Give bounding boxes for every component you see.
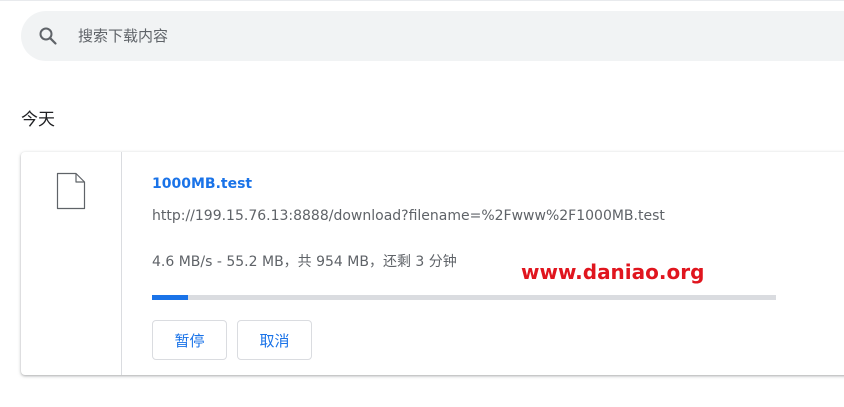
file-name-link[interactable]: 1000MB.test bbox=[152, 175, 252, 193]
progress-bar-fill bbox=[152, 295, 189, 300]
file-icon-column bbox=[21, 152, 122, 375]
pause-button[interactable]: 暂停 bbox=[152, 320, 227, 360]
search-input[interactable] bbox=[78, 11, 798, 61]
cancel-button[interactable]: 取消 bbox=[237, 320, 312, 360]
file-icon bbox=[56, 172, 86, 210]
watermark-text: www.daniao.org bbox=[521, 260, 705, 284]
progress-bar bbox=[152, 295, 776, 300]
top-divider bbox=[0, 0, 844, 1]
section-heading-today: 今天 bbox=[21, 110, 55, 130]
download-card: 1000MB.test http://199.15.76.13:8888/dow… bbox=[21, 152, 844, 375]
download-progress-status: 4.6 MB/s - 55.2 MB，共 954 MB，还剩 3 分钟 bbox=[152, 254, 457, 270]
source-url[interactable]: http://199.15.76.13:8888/download?filena… bbox=[152, 207, 665, 225]
search-bar[interactable] bbox=[21, 11, 844, 61]
search-icon[interactable] bbox=[38, 26, 58, 46]
